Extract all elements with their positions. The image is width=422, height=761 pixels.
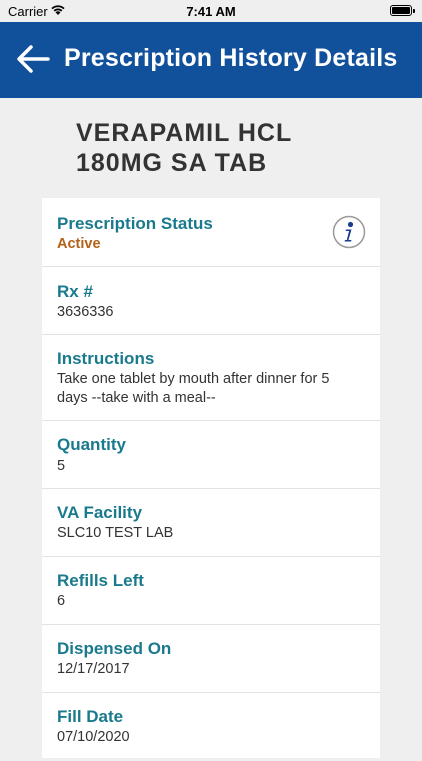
- info-button[interactable]: [332, 215, 366, 249]
- detail-row-quantity: Quantity 5: [42, 421, 380, 489]
- detail-row-facility: VA Facility SLC10 TEST LAB: [42, 489, 380, 557]
- rx-number-value: 3636336: [57, 304, 114, 320]
- fill-date-value: 07/10/2020: [57, 729, 130, 745]
- back-button[interactable]: [14, 40, 52, 78]
- detail-row-instructions: Instructions Take one tablet by mouth af…: [42, 335, 380, 421]
- dispensed-label: Dispensed On: [57, 639, 172, 658]
- refills-label: Refills Left: [57, 571, 144, 590]
- prescription-details-card: Prescription Status Active Rx # 3636336 …: [42, 198, 380, 758]
- status-bar: Carrier 7:41 AM: [0, 0, 422, 22]
- battery-icon: [390, 5, 415, 16]
- fill-date-label: Fill Date: [57, 707, 124, 726]
- drug-name: VERAPAMIL HCL 180MG SA TAB: [76, 119, 292, 177]
- rx-number-label: Rx #: [57, 282, 93, 301]
- facility-label: VA Facility: [57, 503, 143, 522]
- detail-row-status: Prescription Status Active: [42, 198, 380, 267]
- page-title: Prescription History Details: [64, 44, 398, 72]
- quantity-value: 5: [57, 458, 66, 474]
- status-label: Prescription Status: [57, 214, 213, 233]
- clock-label: 7:41 AM: [186, 4, 236, 19]
- quantity-label: Quantity: [57, 435, 126, 454]
- instructions-value: Take one tablet by mouth after dinner fo…: [57, 371, 330, 406]
- instructions-label: Instructions: [57, 349, 155, 368]
- detail-row-rx-number: Rx # 3636336: [42, 267, 380, 335]
- facility-value: SLC10 TEST LAB: [57, 525, 174, 541]
- dispensed-value: 12/17/2017: [57, 661, 130, 677]
- navigation-header: Prescription History Details: [0, 22, 422, 98]
- detail-row-refills: Refills Left 6: [42, 557, 380, 625]
- refills-value: 6: [57, 593, 66, 609]
- detail-row-dispensed: Dispensed On 12/17/2017: [42, 625, 380, 693]
- arrow-left-icon: [17, 45, 50, 73]
- detail-row-fill-date: Fill Date 07/10/2020: [42, 693, 380, 761]
- status-value: Active: [57, 236, 101, 252]
